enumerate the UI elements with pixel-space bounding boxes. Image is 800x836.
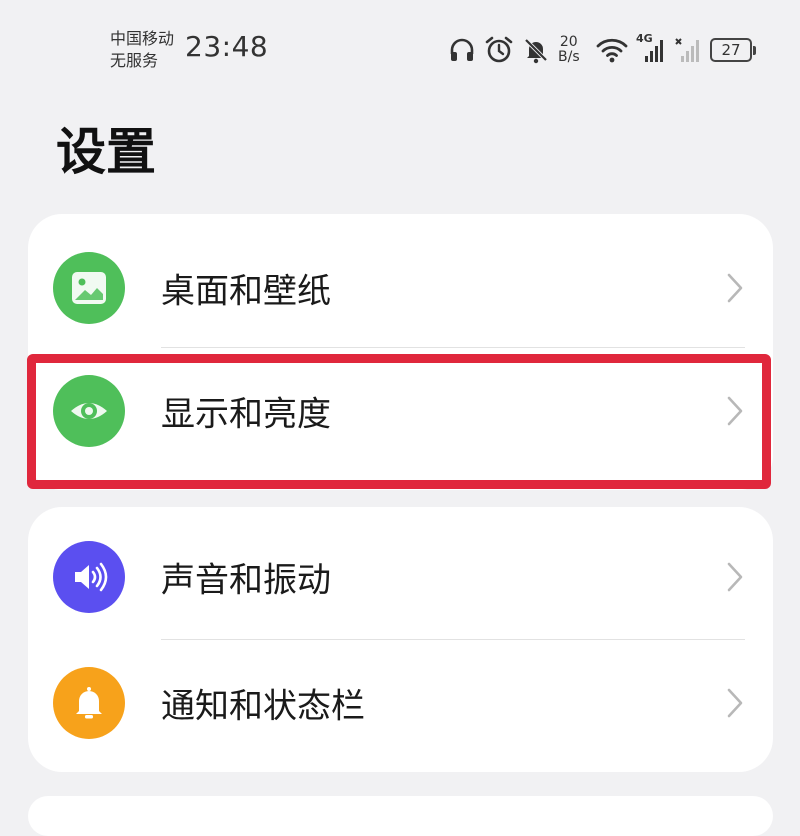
service-status: 无服务 xyxy=(110,51,159,70)
no-signal-icon xyxy=(674,36,702,64)
divider xyxy=(161,347,745,348)
settings-item-wallpaper[interactable]: 桌面和壁纸 xyxy=(28,226,773,350)
mute-bell-icon xyxy=(522,36,550,64)
settings-item-sound[interactable]: 声音和振动 xyxy=(28,515,773,639)
settings-item-label: 显示和亮度 xyxy=(161,394,331,435)
wallpaper-icon xyxy=(53,252,125,324)
settings-group-1: 桌面和壁纸 显示和亮度 xyxy=(28,214,773,490)
page-title: 设置 xyxy=(56,123,156,181)
carrier-name: 中国移动 xyxy=(110,29,175,48)
chevron-right-icon xyxy=(727,688,743,718)
settings-group-2: 声音和振动 通知和状态栏 xyxy=(28,507,773,772)
eye-icon xyxy=(53,375,125,447)
settings-item-notifications[interactable]: 通知和状态栏 xyxy=(28,641,773,765)
speaker-icon xyxy=(53,541,125,613)
alarm-icon xyxy=(484,35,514,65)
bell-icon xyxy=(53,667,125,739)
settings-item-label: 声音和振动 xyxy=(161,560,331,601)
settings-group-3 xyxy=(28,796,773,836)
settings-item-label: 通知和状态栏 xyxy=(161,686,365,727)
settings-item-display[interactable]: 显示和亮度 xyxy=(28,349,773,473)
net-speed-unit: B/s xyxy=(558,49,580,65)
battery-level: 27 xyxy=(710,38,756,62)
network-type-label: 4G xyxy=(636,32,653,45)
battery-icon: 27 xyxy=(710,38,756,62)
headphones-icon xyxy=(448,36,476,64)
status-bar: 中国移动 无服务 23:48 20 B/s 4G 27 xyxy=(0,0,800,90)
net-speed: 20 B/s xyxy=(558,35,588,65)
wifi-icon xyxy=(596,37,628,63)
status-icons: 20 B/s 4G 27 xyxy=(448,30,756,70)
clock: 23:48 xyxy=(185,30,269,63)
carrier-info: 中国移动 无服务 xyxy=(110,28,174,72)
chevron-right-icon xyxy=(727,273,743,303)
settings-item-label: 桌面和壁纸 xyxy=(161,271,331,312)
chevron-right-icon xyxy=(727,562,743,592)
chevron-right-icon xyxy=(727,396,743,426)
signal-4g-icon: 4G xyxy=(636,32,666,64)
divider xyxy=(161,639,745,640)
net-speed-value: 20 xyxy=(559,34,578,50)
